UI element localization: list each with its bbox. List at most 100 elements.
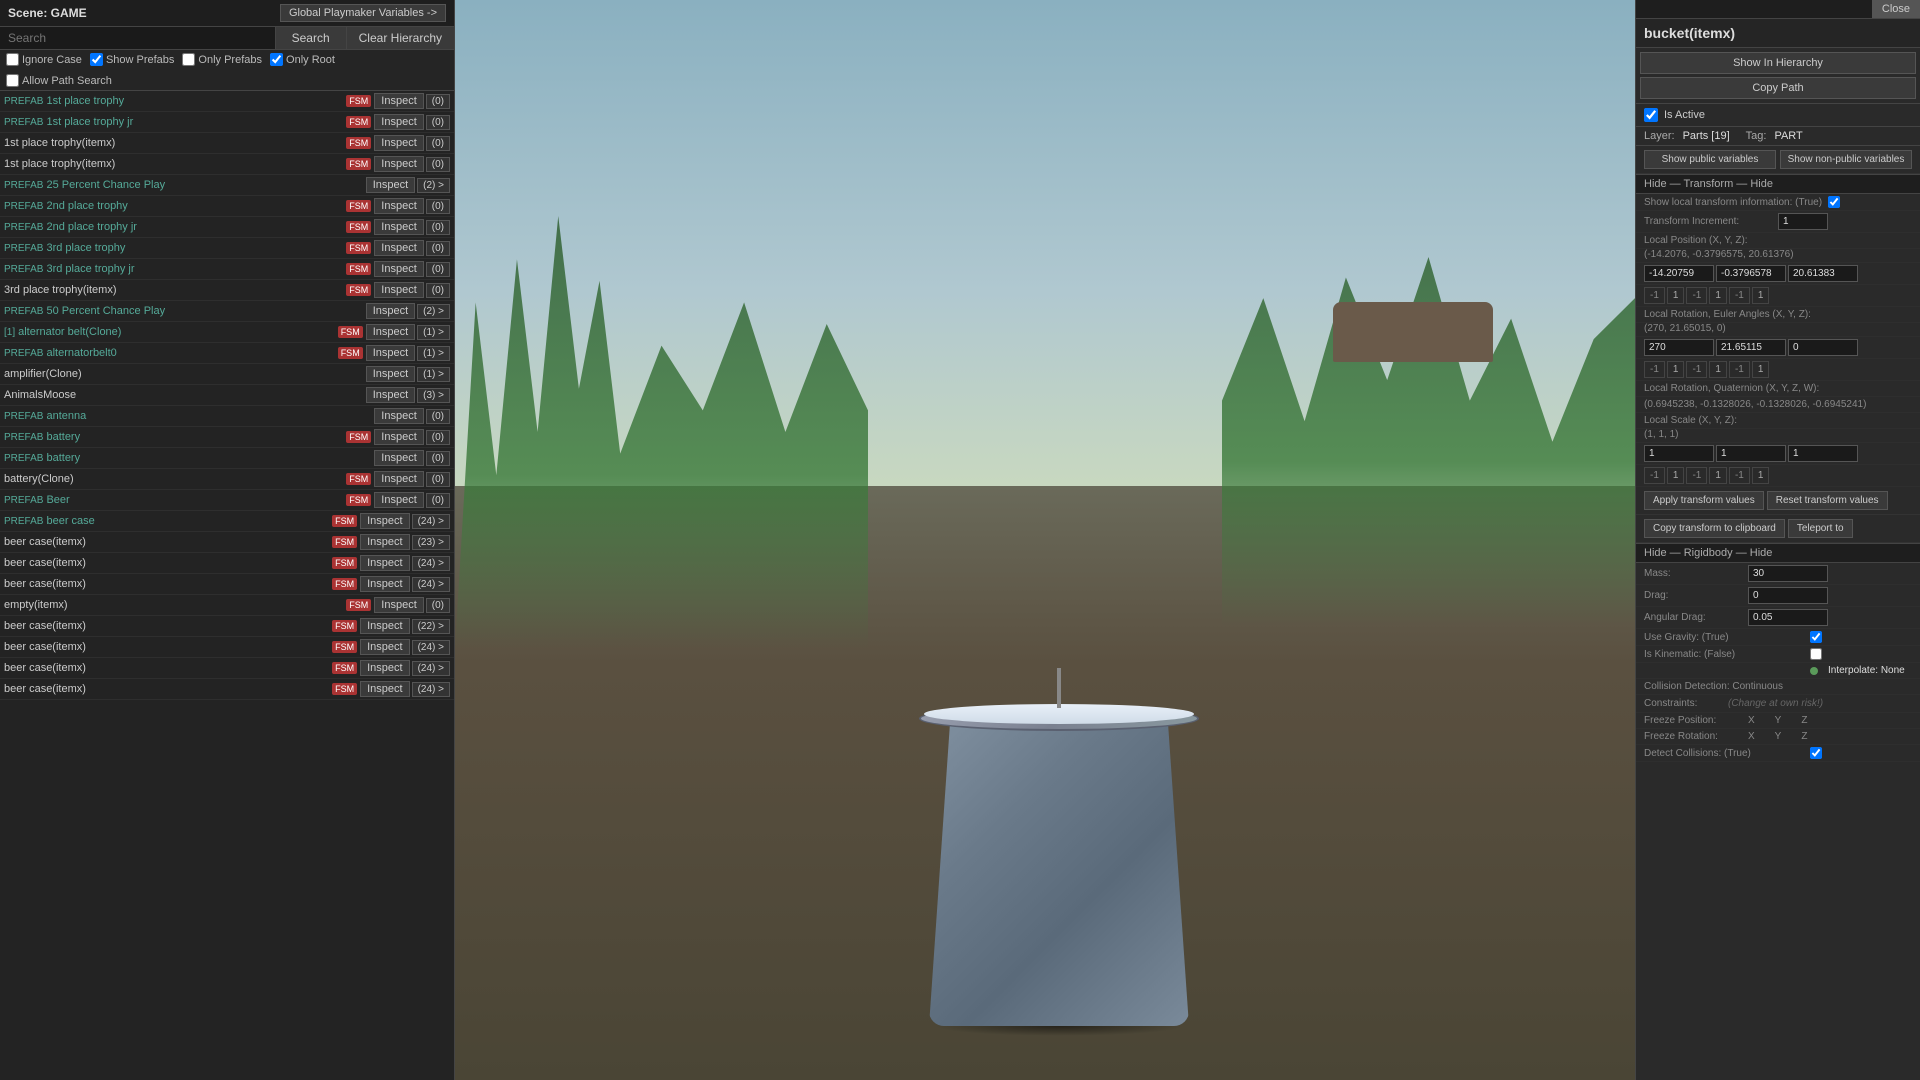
local-rot-z-input[interactable] [1788,339,1858,356]
inspect-button[interactable]: Inspect [360,681,409,697]
copy-path-button[interactable]: Copy Path [1640,77,1916,99]
copy-transform-button[interactable]: Copy transform to clipboard [1644,519,1785,538]
inspect-button[interactable]: Inspect [360,639,409,655]
list-item[interactable]: PREFABbatteryInspect(0) [0,448,454,469]
local-pos-z-input[interactable] [1788,265,1858,282]
inspect-button[interactable]: Inspect [374,429,423,445]
inspect-button[interactable]: Inspect [360,534,409,550]
inspect-button[interactable]: Inspect [374,240,423,256]
rot-y-minus-btn[interactable]: -1 [1686,361,1707,378]
inspect-button[interactable]: Inspect [374,261,423,277]
list-item[interactable]: PREFABbeer caseFSMInspect(24) > [0,511,454,532]
list-item[interactable]: PREFABantennaInspect(0) [0,406,454,427]
list-item[interactable]: beer case(itemx)FSMInspect(24) > [0,679,454,700]
close-button[interactable]: Close [1872,0,1920,18]
inspect-button[interactable]: Inspect [366,324,415,340]
list-item[interactable]: PREFAB50 Percent Chance PlayInspect(2) > [0,301,454,322]
local-pos-y-input[interactable] [1716,265,1786,282]
list-item[interactable]: PREFAB1st place trophy jrFSMInspect(0) [0,112,454,133]
inspect-button[interactable]: Inspect [374,450,423,466]
only-root-checkbox[interactable] [270,53,283,66]
list-item[interactable]: AnimalsMooseInspect(3) > [0,385,454,406]
show-in-hierarchy-button[interactable]: Show In Hierarchy [1640,52,1916,74]
inspect-button[interactable]: Inspect [374,471,423,487]
list-item[interactable]: [1]alternator belt(Clone)FSMInspect(1) > [0,322,454,343]
local-scale-z-input[interactable] [1788,445,1858,462]
use-gravity-checkbox[interactable] [1810,631,1822,643]
list-item[interactable]: beer case(itemx)FSMInspect(23) > [0,532,454,553]
inspect-button[interactable]: Inspect [366,387,415,403]
inspect-button[interactable]: Inspect [360,555,409,571]
pos-x-minus-btn[interactable]: -1 [1644,287,1665,304]
inspect-button[interactable]: Inspect [360,660,409,676]
list-item[interactable]: PREFAB1st place trophyFSMInspect(0) [0,91,454,112]
list-item[interactable]: battery(Clone)FSMInspect(0) [0,469,454,490]
transform-increment-input[interactable] [1778,213,1828,230]
local-rot-x-input[interactable] [1644,339,1714,356]
scale-y-minus-btn[interactable]: -1 [1686,467,1707,484]
local-pos-x-input[interactable] [1644,265,1714,282]
pos-y-plus-btn[interactable]: 1 [1709,287,1727,304]
show-non-public-vars-button[interactable]: Show non-public variables [1780,150,1912,169]
inspect-button[interactable]: Inspect [366,345,415,361]
pos-x-plus-btn[interactable]: 1 [1667,287,1685,304]
show-public-vars-button[interactable]: Show public variables [1644,150,1776,169]
local-scale-x-input[interactable] [1644,445,1714,462]
filter-allow-path-search[interactable]: Allow Path Search [6,74,112,87]
ignore-case-checkbox[interactable] [6,53,19,66]
list-item[interactable]: beer case(itemx)FSMInspect(24) > [0,553,454,574]
detect-collisions-checkbox[interactable] [1810,747,1822,759]
list-item[interactable]: PREFAB2nd place trophy jrFSMInspect(0) [0,217,454,238]
list-item[interactable]: beer case(itemx)FSMInspect(24) > [0,574,454,595]
inspect-button[interactable]: Inspect [360,576,409,592]
is-active-checkbox[interactable] [1644,108,1658,122]
list-item[interactable]: empty(itemx)FSMInspect(0) [0,595,454,616]
inspect-button[interactable]: Inspect [374,282,423,298]
scale-x-plus-btn[interactable]: 1 [1667,467,1685,484]
inspect-button[interactable]: Inspect [374,198,423,214]
inspect-button[interactable]: Inspect [360,513,409,529]
rot-z-plus-btn[interactable]: 1 [1752,361,1770,378]
filter-ignore-case[interactable]: Ignore Case [6,53,82,66]
scale-z-minus-btn[interactable]: -1 [1729,467,1750,484]
list-item[interactable]: PREFAB3rd place trophyFSMInspect(0) [0,238,454,259]
list-item[interactable]: PREFABBeerFSMInspect(0) [0,490,454,511]
inspect-button[interactable]: Inspect [374,492,423,508]
list-item[interactable]: PREFABalternatorbelt0FSMInspect(1) > [0,343,454,364]
inspect-button[interactable]: Inspect [366,177,415,193]
inspect-button[interactable]: Inspect [374,219,423,235]
show-prefabs-checkbox[interactable] [90,53,103,66]
list-item[interactable]: PREFAB25 Percent Chance PlayInspect(2) > [0,175,454,196]
local-rot-y-input[interactable] [1716,339,1786,356]
inspect-button[interactable]: Inspect [366,366,415,382]
list-item[interactable]: PREFABbatteryFSMInspect(0) [0,427,454,448]
only-prefabs-checkbox[interactable] [182,53,195,66]
is-kinematic-checkbox[interactable] [1810,648,1822,660]
list-item[interactable]: beer case(itemx)FSMInspect(22) > [0,616,454,637]
filter-only-root[interactable]: Only Root [270,53,335,66]
search-button[interactable]: Search [275,27,346,49]
rot-y-plus-btn[interactable]: 1 [1709,361,1727,378]
pos-z-plus-btn[interactable]: 1 [1752,287,1770,304]
list-item[interactable]: PREFAB2nd place trophyFSMInspect(0) [0,196,454,217]
global-playmaker-btn[interactable]: Global Playmaker Variables -> [280,4,446,22]
inspect-button[interactable]: Inspect [366,303,415,319]
allow-path-search-checkbox[interactable] [6,74,19,87]
rot-x-plus-btn[interactable]: 1 [1667,361,1685,378]
mass-input[interactable] [1748,565,1828,582]
inspect-button[interactable]: Inspect [360,618,409,634]
clear-hierarchy-button[interactable]: Clear Hierarchy [346,27,454,49]
list-item[interactable]: 3rd place trophy(itemx)FSMInspect(0) [0,280,454,301]
angular-drag-input[interactable] [1748,609,1828,626]
reset-transform-button[interactable]: Reset transform values [1767,491,1888,510]
list-item[interactable]: amplifier(Clone)Inspect(1) > [0,364,454,385]
inspect-button[interactable]: Inspect [374,135,423,151]
inspect-button[interactable]: Inspect [374,114,423,130]
drag-input[interactable] [1748,587,1828,604]
rot-z-minus-btn[interactable]: -1 [1729,361,1750,378]
list-item[interactable]: 1st place trophy(itemx)FSMInspect(0) [0,133,454,154]
show-local-transform-checkbox[interactable] [1828,196,1840,208]
pos-y-minus-btn[interactable]: -1 [1686,287,1707,304]
rot-x-minus-btn[interactable]: -1 [1644,361,1665,378]
inspect-button[interactable]: Inspect [374,156,423,172]
